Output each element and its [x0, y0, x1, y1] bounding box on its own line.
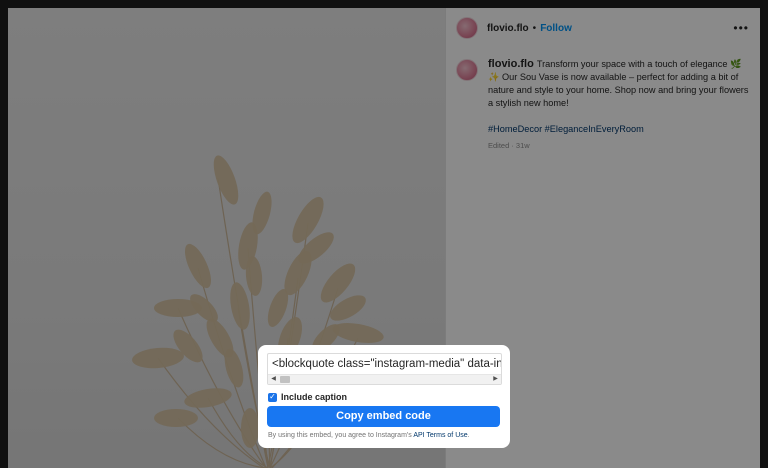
scrollbar-thumb[interactable] [280, 376, 290, 383]
terms-notice: By using this embed, you agree to Instag… [268, 432, 470, 439]
copy-embed-code-button[interactable]: Copy embed code [267, 406, 500, 427]
embed-dialog: <blockquote class="instagram-media" data… [258, 345, 510, 448]
embed-code-text[interactable]: <blockquote class="instagram-media" data… [272, 358, 501, 370]
include-caption-label[interactable]: Include caption [281, 392, 347, 402]
api-terms-link[interactable]: API Terms of Use [413, 432, 467, 439]
embed-code-field[interactable]: <blockquote class="instagram-media" data… [267, 353, 502, 385]
checkmark-icon: ✓ [269, 392, 276, 401]
include-caption-checkbox[interactable]: ✓ [268, 392, 277, 402]
scroll-right-icon[interactable]: ▶ [491, 375, 500, 384]
horizontal-scrollbar[interactable]: ◀ ▶ [268, 374, 501, 384]
include-caption-row: ✓ Include caption [268, 392, 347, 402]
terms-text: By using this embed, you agree to Instag… [268, 432, 412, 439]
terms-end: . [467, 432, 470, 439]
scroll-left-icon[interactable]: ◀ [269, 375, 278, 384]
